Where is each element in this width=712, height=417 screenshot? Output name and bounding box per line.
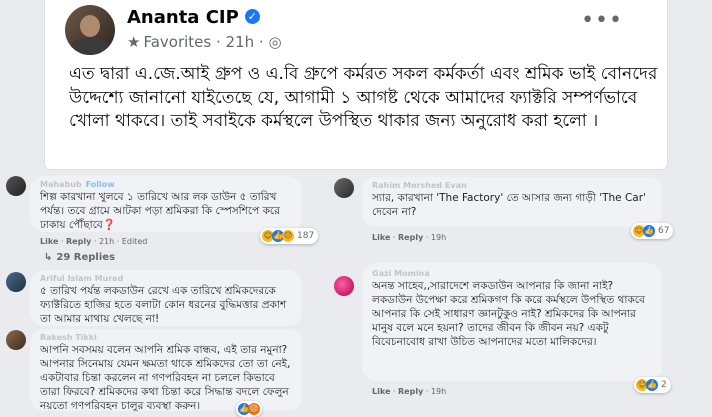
reaction-count: 67 — [658, 226, 670, 236]
reply-arrow-icon: ↳ — [44, 252, 53, 263]
reaction-count: 187 — [297, 231, 315, 241]
comment-text: ৫ তারিখ পর্যন্ত লকডাউন রেখে এক তারিখে শ্… — [40, 285, 287, 325]
comment-text: শিল্প কারখানা খুলবে ১ তারিখে আর লক ডাউন … — [40, 191, 280, 231]
sad-icon: ☹ — [282, 230, 294, 242]
angry-icon: ☹ — [248, 403, 260, 415]
comment-actions: Like · Reply · 19h — [372, 387, 447, 396]
comment-text: স্যার, কারখানা 'The Factory' তে আসার জন্… — [372, 192, 646, 218]
reaction-count: 2 — [661, 380, 667, 390]
comment-bubble: Ariful Islam Murad ৫ তারিখ পর্যন্ত লকডাউ… — [30, 270, 302, 326]
commenter-name[interactable]: Rahim Morshed Evan — [372, 180, 652, 191]
like-button[interactable]: Like — [372, 387, 390, 396]
reaction-summary[interactable]: ☺ 👍 2 — [634, 377, 671, 393]
comment-bubble: Mahabub Follow শিল্প কারখানা খুলবে ১ তারি… — [30, 176, 302, 232]
reply-button[interactable]: Reply — [398, 387, 423, 396]
post-author[interactable]: Ananta CIP ✓ — [127, 7, 260, 28]
comment-actions: Like · Reply · 19h — [372, 233, 447, 242]
commenter-avatar[interactable] — [6, 330, 26, 350]
like-icon: 👍 — [646, 379, 658, 391]
commenter-avatar[interactable] — [334, 276, 354, 296]
comment-text: অনন্ত সাহেব,,সারাদেশে লকডাউন আপনার কি জা… — [372, 280, 645, 348]
edited-label: Edited — [121, 237, 148, 246]
view-replies-link[interactable]: ↳ 29 Replies — [44, 252, 115, 263]
post-meta: ★ Favorites · 21h · ◎ — [127, 33, 282, 51]
replies-count[interactable]: 29 Replies — [56, 252, 115, 263]
follow-button[interactable]: Follow — [86, 180, 115, 189]
author-avatar[interactable] — [65, 5, 115, 55]
commenter-avatar[interactable] — [6, 272, 26, 292]
reaction-summary[interactable]: ☺ 👍 67 — [631, 223, 674, 239]
comment-bubble: Gazi Momina অনন্ত সাহেব,,সারাদেশে লকডাউন… — [362, 263, 662, 381]
commenter-name[interactable]: Rakesh Tikki — [40, 332, 292, 343]
verified-check-icon: ✓ — [244, 8, 260, 24]
commenter-name[interactable]: Mahabub — [40, 180, 82, 189]
comment-time[interactable]: 19h — [431, 233, 446, 242]
commenter-avatar[interactable] — [6, 176, 26, 196]
post-card: Ananta CIP ✓ ★ Favorites · 21h · ◎ ••• এত … — [44, 0, 668, 170]
reply-button[interactable]: Reply — [66, 237, 91, 246]
comment-actions: Like · Reply · 21h · Edited — [40, 237, 148, 246]
commenter-avatar[interactable] — [334, 178, 354, 198]
reply-button[interactable]: Reply — [398, 233, 423, 242]
like-button[interactable]: Like — [40, 237, 58, 246]
like-icon: 👍 — [643, 225, 655, 237]
comment-bubble: Rahim Morshed Evan স্যার, কারখানা 'The F… — [362, 177, 662, 227]
commenter-name[interactable]: Ariful Islam Murad — [40, 273, 292, 284]
comment-bubble: Rakesh Tikki আপনি সবসময় বলেন আপনি শ্রমি… — [30, 329, 302, 412]
comment-time[interactable]: 21h — [99, 237, 114, 246]
post-body: এত দ্বারা এ.জে.আই গ্রুপ ও এ.বি গ্রুপে কর… — [69, 64, 658, 131]
like-button[interactable]: Like — [372, 233, 390, 242]
star-icon: ★ — [127, 33, 141, 51]
reaction-summary[interactable]: ☺ 👍 ☹ 187 — [260, 228, 319, 244]
more-dots-icon[interactable]: ••• — [581, 8, 623, 33]
question-icon: ❓ — [102, 219, 116, 231]
post-audience: Favorites — [143, 33, 212, 51]
reaction-summary[interactable]: 👍 ☹ — [236, 401, 262, 417]
commenter-name[interactable]: Gazi Momina — [372, 268, 652, 279]
post-time[interactable]: 21h — [226, 33, 255, 51]
post-author-name[interactable]: Ananta CIP — [127, 7, 239, 28]
comment-time[interactable]: 19h — [431, 387, 446, 396]
globe-icon: ◎ — [268, 33, 282, 51]
